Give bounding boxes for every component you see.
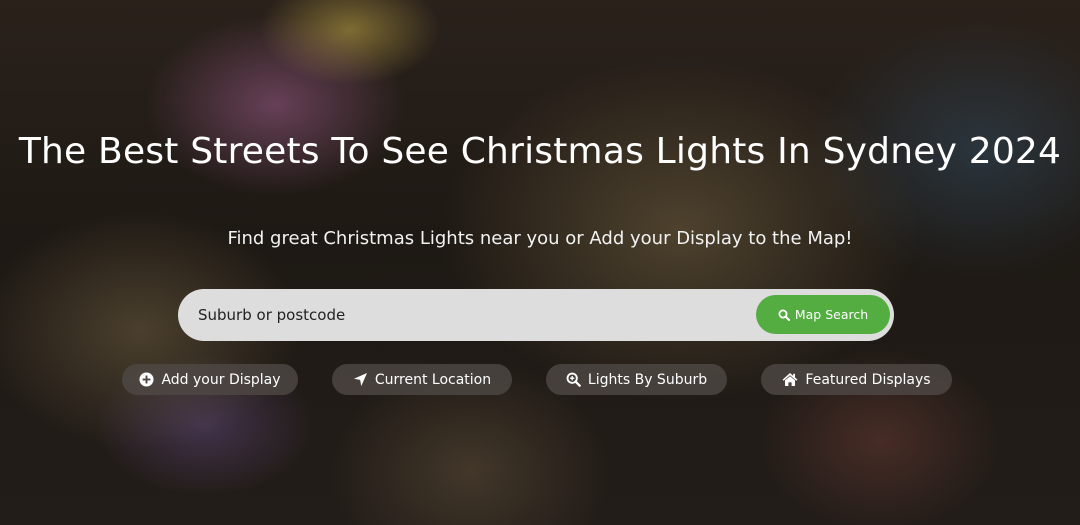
add-display-button[interactable]: Add your Display — [122, 364, 298, 395]
search-icon — [778, 309, 790, 321]
lights-by-suburb-button[interactable]: Lights By Suburb — [546, 364, 727, 395]
featured-displays-button[interactable]: Featured Displays — [761, 364, 952, 395]
quick-links: Add your Display Current Location Lights… — [0, 364, 1080, 396]
map-search-label: Map Search — [794, 307, 869, 322]
search-plus-icon — [566, 372, 581, 387]
add-display-label: Add your Display — [161, 371, 281, 388]
featured-displays-label: Featured Displays — [805, 371, 931, 388]
hero-section: The Best Streets To See Christmas Lights… — [0, 0, 1080, 525]
plus-circle-icon — [139, 372, 154, 387]
lights-by-suburb-label: Lights By Suburb — [587, 371, 708, 388]
current-location-button[interactable]: Current Location — [332, 364, 512, 395]
page-title: The Best Streets To See Christmas Lights… — [18, 131, 1062, 172]
map-search-button[interactable]: Map Search — [756, 295, 890, 334]
search-input[interactable] — [198, 295, 738, 335]
location-arrow-icon — [353, 372, 368, 387]
search-form: Map Search — [178, 289, 894, 341]
hero-subtitle: Find great Christmas Lights near you or … — [227, 228, 853, 249]
home-icon — [782, 372, 798, 387]
current-location-label: Current Location — [374, 371, 492, 388]
